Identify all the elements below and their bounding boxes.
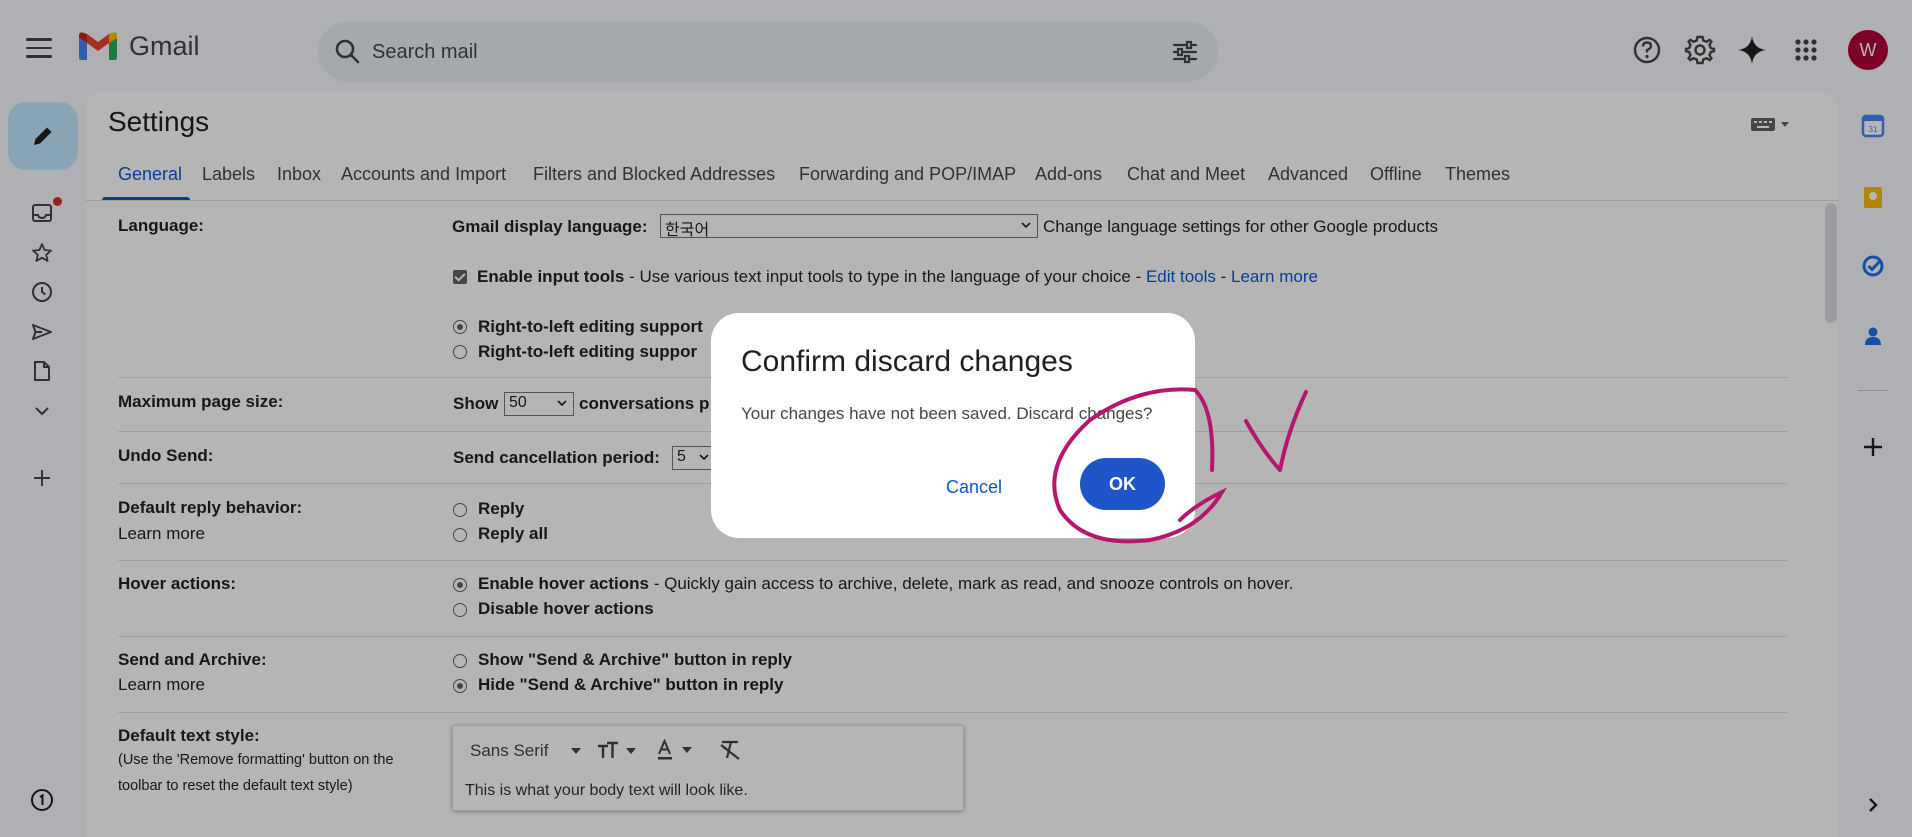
cancel-button[interactable]: Cancel [934, 467, 1014, 507]
confirm-discard-dialog: Confirm discard changes Your changes hav… [711, 313, 1195, 538]
dialog-message: Your changes have not been saved. Discar… [741, 404, 1153, 423]
dialog-title: Confirm discard changes [741, 345, 1073, 378]
ok-button[interactable]: OK [1080, 458, 1165, 510]
